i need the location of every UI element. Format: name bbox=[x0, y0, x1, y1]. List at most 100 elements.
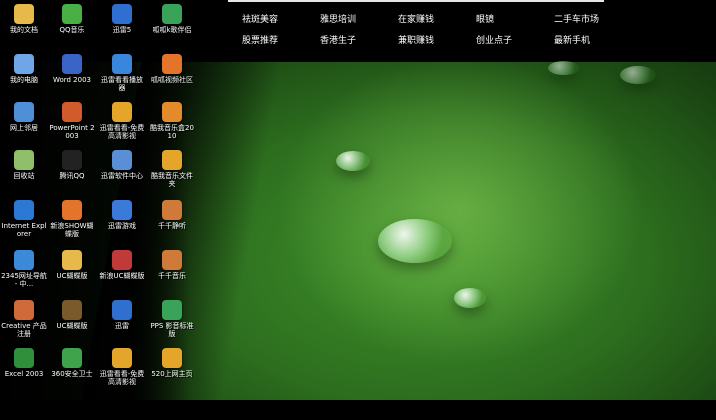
karaoke-icon bbox=[162, 4, 182, 24]
qq-icon bbox=[62, 150, 82, 170]
top-rule bbox=[228, 0, 604, 2]
desktop-icon[interactable]: Word 2003 bbox=[48, 52, 96, 102]
desktop-icon[interactable]: 酷我音乐盒2010 bbox=[148, 100, 196, 150]
desktop-icon-label: Internet Explorer bbox=[1, 222, 47, 238]
pen-icon bbox=[14, 300, 34, 320]
desktop-icon[interactable]: 迅雷看看-免费高清影视 bbox=[98, 346, 146, 396]
desktop-icon-label: 迅雷5 bbox=[112, 26, 132, 34]
desktop-icon-label: Creative 产品注册 bbox=[1, 322, 47, 338]
desktop-icon-label: UC蝴蝶版 bbox=[56, 322, 88, 330]
top-link[interactable]: 二手车市场 bbox=[554, 12, 599, 25]
desktop-icon-label: 千千音乐 bbox=[158, 272, 186, 280]
water-drop bbox=[454, 288, 486, 308]
desktop-icon[interactable]: 迅雷软件中心 bbox=[98, 148, 146, 198]
desktop-icon[interactable]: 360安全卫士 bbox=[48, 346, 96, 396]
desktop-icon[interactable]: 2345网址导航 - 中... bbox=[0, 248, 48, 298]
top-link[interactable]: 最新手机 bbox=[554, 33, 590, 46]
desktop-icon[interactable]: Creative 产品注册 bbox=[0, 298, 48, 348]
folder-icon bbox=[62, 250, 82, 270]
top-link[interactable]: 创业点子 bbox=[476, 33, 512, 46]
desktop-icon[interactable]: 新浪SHOW蝴蝶版 bbox=[48, 198, 96, 248]
desktop-icon[interactable]: PowerPoint 2003 bbox=[48, 100, 96, 150]
desktop-icon-label: UC蝴蝶版 bbox=[56, 272, 88, 280]
water-drop bbox=[378, 219, 452, 263]
desktop-icon-label: 呱呱k歌伴侣 bbox=[152, 26, 192, 34]
desktop-icon[interactable]: UC蝴蝶版 bbox=[48, 298, 96, 348]
desktop-icon-label: 360安全卫士 bbox=[51, 370, 93, 378]
desktop-icon[interactable]: 迅雷5 bbox=[98, 2, 146, 52]
desktop-icon-label: 新浪UC蝴蝶版 bbox=[99, 272, 145, 280]
video-community-icon bbox=[162, 54, 182, 74]
desktop-icon-label: Word 2003 bbox=[52, 76, 92, 84]
desktop-icon-label: 酷我音乐文件夹 bbox=[151, 172, 193, 188]
desktop-icon-label: 腾讯QQ bbox=[59, 172, 85, 180]
uc-icon bbox=[62, 300, 82, 320]
desktop-icon-label: 回收站 bbox=[13, 172, 35, 180]
desktop-icon[interactable]: PPS 影音标准版 bbox=[148, 298, 196, 348]
top-link[interactable]: 香港生子 bbox=[320, 33, 356, 46]
software-center-icon bbox=[112, 150, 132, 170]
desktop-icon-label: 酷我音乐盒2010 bbox=[150, 124, 194, 140]
desktop-icon[interactable]: 新浪UC蝴蝶版 bbox=[98, 248, 146, 298]
music-icon bbox=[162, 250, 182, 270]
desktop-icon[interactable]: 迅雷看看-免费高清影视 bbox=[98, 100, 146, 150]
top-link[interactable]: 眼镜 bbox=[476, 12, 494, 25]
desktop-icon[interactable]: 迅雷 bbox=[98, 298, 146, 348]
desktop-icon[interactable]: 迅雷游戏 bbox=[98, 198, 146, 248]
desktop-icon[interactable]: 呱呱k歌伴侣 bbox=[148, 2, 196, 52]
desktop-icon[interactable]: 我的电脑 bbox=[0, 52, 48, 102]
thunder-icon bbox=[112, 300, 132, 320]
ad-links-bar: 祛斑美容 雅思培训 在家赚钱 眼镜 二手车市场 股票推荐 香港生子 兼职赚钱 创… bbox=[228, 0, 604, 56]
computer-icon bbox=[14, 54, 34, 74]
desktop-icon[interactable]: 网上邻居 bbox=[0, 100, 48, 150]
shield-icon bbox=[62, 348, 82, 368]
top-link[interactable]: 股票推荐 bbox=[242, 33, 278, 46]
water-drop bbox=[548, 61, 580, 75]
desktop-icon-label: 新浪SHOW蝴蝶版 bbox=[50, 222, 94, 238]
game-icon bbox=[112, 200, 132, 220]
ie-icon bbox=[14, 200, 34, 220]
desktop-icon[interactable]: QQ音乐 bbox=[48, 2, 96, 52]
desktop-icon[interactable]: Internet Explorer bbox=[0, 198, 48, 248]
browser-icon bbox=[14, 250, 34, 270]
music-box-icon bbox=[162, 102, 182, 122]
thunder-player-icon bbox=[112, 54, 132, 74]
desktop-icon-grid: 我的文档 我的电脑网上邻居回收站 Internet Explorer 2345网址导航… bbox=[0, 0, 210, 400]
top-link[interactable]: 在家赚钱 bbox=[398, 12, 434, 25]
desktop-icon-label: 迅雷看看播放器 bbox=[101, 76, 143, 92]
pps-icon bbox=[162, 300, 182, 320]
desktop-icon-label: PowerPoint 2003 bbox=[49, 124, 95, 140]
top-link[interactable]: 兼职赚钱 bbox=[398, 33, 434, 46]
thunder-video-icon bbox=[112, 102, 132, 122]
desktop-icon[interactable]: 酷我音乐文件夹 bbox=[148, 148, 196, 198]
recycle-bin-icon bbox=[14, 150, 34, 170]
desktop-icon-label: 呱呱视频社区 bbox=[151, 76, 193, 84]
desktop-icon-label: 520上网主页 bbox=[151, 370, 193, 378]
desktop-icon-label: 迅雷游戏 bbox=[108, 222, 136, 230]
desktop-icon[interactable]: 腾讯QQ bbox=[48, 148, 96, 198]
desktop-icon-label: 千千静听 bbox=[158, 222, 186, 230]
desktop-icon[interactable]: 千千音乐 bbox=[148, 248, 196, 298]
desktop-icon[interactable]: 520上网主页 bbox=[148, 346, 196, 396]
desktop-icon[interactable]: 迅雷看看播放器 bbox=[98, 52, 146, 102]
desktop-icon[interactable]: UC蝴蝶版 bbox=[48, 248, 96, 298]
desktop-icon[interactable]: Excel 2003 bbox=[0, 346, 48, 396]
desktop-icon-label: Excel 2003 bbox=[4, 370, 44, 378]
desktop-icon[interactable]: 呱呱视频社区 bbox=[148, 52, 196, 102]
water-drop bbox=[620, 66, 656, 84]
desktop-icon[interactable]: 回收站 bbox=[0, 148, 48, 198]
uc-app-icon bbox=[112, 250, 132, 270]
thunder-video-icon bbox=[112, 348, 132, 368]
top-link[interactable]: 祛斑美容 bbox=[242, 12, 278, 25]
thunder-icon bbox=[112, 4, 132, 24]
desktop-icon-label: 网上邻居 bbox=[10, 124, 38, 132]
desktop-icon[interactable]: 我的文档 bbox=[0, 2, 48, 52]
water-drop bbox=[336, 151, 370, 171]
powerpoint-icon bbox=[62, 102, 82, 122]
folder-icon bbox=[14, 4, 34, 24]
desktop-icon-label: 迅雷看看-免费高清影视 bbox=[99, 124, 145, 140]
player-icon bbox=[162, 200, 182, 220]
desktop-icon-label: 2345网址导航 - 中... bbox=[1, 272, 47, 288]
top-link[interactable]: 雅思培训 bbox=[320, 12, 356, 25]
desktop-icon[interactable]: 千千静听 bbox=[148, 198, 196, 248]
